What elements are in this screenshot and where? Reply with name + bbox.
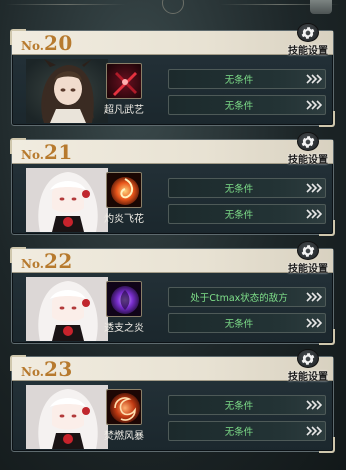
- skill-rule-card-21: No.21 技能设置 灼炎飞花 无条件 无条件: [10, 132, 335, 236]
- condition-text: 无条件: [224, 401, 254, 412]
- condition-slot-2[interactable]: 无条件: [168, 204, 326, 224]
- character-portrait: [26, 168, 108, 232]
- chevron-right-icon: [303, 396, 325, 414]
- skill-name: 灼炎飞花: [104, 214, 144, 225]
- rule-number: No.22: [21, 250, 73, 275]
- fire-storm-icon[interactable]: [106, 389, 142, 425]
- rule-number: No.23: [21, 358, 73, 383]
- skill-name: 超凡武艺: [104, 105, 144, 116]
- condition-text: 处于Ctmax状态的敌方: [190, 293, 288, 304]
- chevron-right-icon: [303, 96, 325, 114]
- condition-text: 无条件: [224, 101, 254, 112]
- skill-set-label: 技能设置: [288, 46, 328, 57]
- chevron-right-icon: [303, 422, 325, 440]
- card-header: No.20: [12, 31, 333, 55]
- condition-slot-1[interactable]: 无条件: [168, 178, 326, 198]
- condition-text: 无条件: [224, 210, 254, 221]
- condition-slot-2[interactable]: 无条件: [168, 95, 326, 115]
- skill-name: 焚燃风暴: [104, 431, 144, 442]
- character-portrait: [26, 59, 108, 123]
- condition-text: 无条件: [224, 319, 254, 330]
- rule-number-prefix: No.: [21, 148, 44, 162]
- skill-rule-card-20: No.20 技能设置 超凡武艺 无条件 无条件: [10, 23, 335, 127]
- purple-flame-icon[interactable]: [106, 281, 142, 317]
- gear-icon: [297, 241, 319, 260]
- rule-number: No.21: [21, 141, 73, 166]
- skill-set-label: 技能设置: [288, 155, 328, 166]
- condition-slot-2[interactable]: 无条件: [168, 421, 326, 441]
- condition-slot-1[interactable]: 无条件: [168, 395, 326, 415]
- gear-icon: [297, 132, 319, 151]
- rule-number: No.20: [21, 32, 73, 57]
- condition-text: 无条件: [224, 427, 254, 438]
- skill-set-label: 技能设置: [288, 264, 328, 275]
- gear-icon: [297, 23, 319, 42]
- skill-rule-card-23: No.23 技能设置 焚燃风暴 无条件 无条件: [10, 349, 335, 453]
- rule-number-prefix: No.: [21, 257, 44, 271]
- scroll-tab[interactable]: [310, 0, 332, 14]
- skill-set-button[interactable]: 技能设置: [288, 132, 328, 166]
- character-portrait: [26, 277, 108, 341]
- skill-set-button[interactable]: 技能设置: [288, 23, 328, 57]
- skill-name: 透支之炎: [104, 323, 144, 334]
- card-header: No.21: [12, 140, 333, 164]
- chevron-right-icon: [303, 314, 325, 332]
- skill-set-button[interactable]: 技能设置: [288, 241, 328, 275]
- ornament-line-left: [6, 4, 126, 5]
- condition-text: 无条件: [224, 75, 254, 86]
- skill-set-button[interactable]: 技能设置: [288, 349, 328, 383]
- chevron-right-icon: [303, 70, 325, 88]
- rule-number-value: 20: [43, 31, 73, 55]
- rule-number-prefix: No.: [21, 365, 44, 379]
- character-portrait: [26, 385, 108, 449]
- chevron-right-icon: [303, 179, 325, 197]
- rule-number-value: 22: [43, 249, 73, 273]
- crossed-blades-icon[interactable]: [106, 63, 142, 99]
- rule-number-value: 23: [43, 357, 73, 381]
- chevron-right-icon: [303, 205, 325, 223]
- skill-rule-card-22: No.22 技能设置 透支之炎 处于Ctmax状态的敌方 无条件: [10, 241, 335, 345]
- condition-slot-1[interactable]: 处于Ctmax状态的敌方: [168, 287, 326, 307]
- rule-number-value: 21: [43, 140, 73, 164]
- ornament-circle: [162, 0, 184, 14]
- fire-swirl-icon[interactable]: [106, 172, 142, 208]
- condition-slot-1[interactable]: 无条件: [168, 69, 326, 89]
- rule-number-prefix: No.: [21, 39, 44, 53]
- condition-slot-2[interactable]: 无条件: [168, 313, 326, 333]
- card-header: No.22: [12, 249, 333, 273]
- skill-set-label: 技能设置: [288, 372, 328, 383]
- condition-text: 无条件: [224, 184, 254, 195]
- card-header: No.23: [12, 357, 333, 381]
- gear-icon: [297, 349, 319, 368]
- chevron-right-icon: [303, 288, 325, 306]
